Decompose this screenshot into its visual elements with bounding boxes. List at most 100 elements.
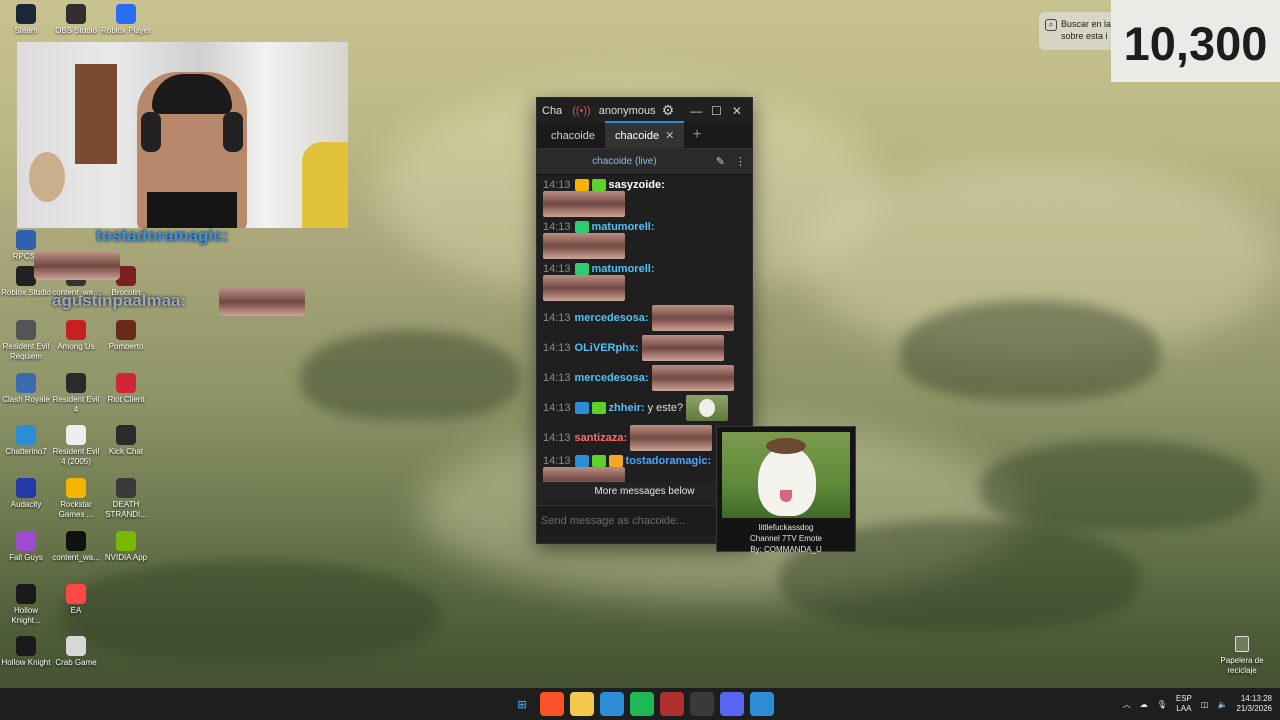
moderation-icon[interactable]: ✎ (716, 155, 725, 168)
verified-badge-icon[interactable] (574, 263, 589, 275)
message-emote[interactable] (543, 233, 625, 259)
box-badge-icon[interactable] (608, 455, 623, 467)
message-username[interactable]: sasyzoide: (609, 179, 665, 191)
crown-badge-icon[interactable] (574, 179, 589, 191)
hollow-knight-icon (16, 636, 36, 656)
desktop-icon[interactable]: NVIDIA App (100, 531, 152, 563)
add-tab-icon[interactable]: + (684, 126, 709, 148)
message-username[interactable]: matumorell: (592, 263, 655, 275)
language-indicator[interactable]: ESP LAA (1176, 694, 1192, 714)
tab-chacoide-active[interactable]: chacoide ✕ (605, 121, 685, 148)
sub-badge-icon[interactable] (574, 455, 589, 467)
message-emote[interactable] (641, 335, 724, 361)
message-emote[interactable] (543, 191, 625, 217)
message-emote[interactable] (630, 425, 713, 451)
desktop-icon-label: Crab Game (55, 658, 97, 667)
clock[interactable]: 14:13:28 21/3/2026 (1236, 694, 1272, 714)
desktop-icon[interactable]: Resident Evil 4 (2005) (50, 425, 102, 467)
live-broadcast-icon[interactable]: ((•)) (572, 105, 591, 117)
gear-icon[interactable]: ⚙ (662, 102, 675, 119)
chat-message[interactable]: 14:13 matumorell: (543, 263, 746, 301)
steam-icon (16, 4, 36, 24)
desktop-icon[interactable]: Fall Guys (0, 531, 52, 563)
desktop-icon[interactable]: Rockstar Games ... (50, 478, 102, 520)
minimize-icon[interactable]: — (686, 104, 706, 118)
chat-message[interactable]: 14:13 matumorell: (543, 221, 746, 259)
desktop-icon[interactable]: Chatterino7 (0, 425, 52, 457)
account-name[interactable]: anonymous (599, 105, 656, 117)
desktop-icon[interactable]: DEATH STRANDI... (100, 478, 152, 520)
desktop-icon[interactable]: Clash Royale (0, 373, 52, 405)
close-tab-icon[interactable]: ✕ (665, 130, 674, 142)
desktop-icon[interactable]: Resident Evil 4 (50, 373, 102, 415)
verified-badge-icon[interactable] (574, 221, 589, 233)
diamond-badge-icon[interactable] (591, 455, 606, 467)
emote-preview-image (722, 432, 850, 518)
desktop-icon-label: Hollow Knight... (11, 606, 41, 625)
desktop-icon[interactable]: OBS Studio (50, 4, 102, 36)
desktop-icon[interactable]: Hollow Knight... (0, 584, 52, 626)
wifi-icon[interactable]: ◫ (1201, 700, 1209, 709)
volume-icon[interactable]: 🔈 (1217, 700, 1227, 709)
channel-header[interactable]: chacoide (live) ✎ ⋮ (537, 149, 752, 175)
more-options-icon[interactable]: ⋮ (735, 155, 746, 168)
message-emote[interactable] (651, 305, 734, 331)
windows-start-icon[interactable]: ⊞ (510, 692, 534, 716)
chat-message[interactable]: 14:13 mercedesosa: (543, 365, 746, 391)
chatterino-taskbar-icon[interactable] (750, 692, 774, 716)
message-username[interactable]: OLiVERphx: (575, 342, 639, 354)
file-explorer-icon[interactable] (570, 692, 594, 716)
diamond-badge-icon[interactable] (591, 179, 606, 191)
obs-taskbar-icon[interactable] (660, 692, 684, 716)
window-title: Cha (542, 104, 563, 117)
message-emote[interactable] (686, 395, 729, 421)
desktop-icon[interactable]: EA (50, 584, 102, 616)
message-username[interactable]: matumorell: (592, 221, 655, 233)
message-username[interactable]: santizaza: (575, 432, 628, 444)
steam-taskbar-icon[interactable] (690, 692, 714, 716)
maximize-icon[interactable]: ☐ (706, 104, 726, 118)
overlay-emote (219, 288, 305, 316)
tab-chacoide[interactable]: chacoide (541, 124, 605, 148)
close-icon[interactable]: ✕ (727, 104, 747, 118)
bing-icon[interactable] (600, 692, 624, 716)
chat-message[interactable]: 14:13 sasyzoide: (543, 179, 746, 217)
audacity-icon (16, 478, 36, 498)
search-widget[interactable]: ⌕ Buscar en la sobre esta i (1039, 12, 1119, 50)
desktop-icon-label: Resident Evil 4 (52, 395, 100, 414)
desktop-icon[interactable]: Kick Chat (100, 425, 152, 457)
chat-message[interactable]: 14:13 mercedesosa: (543, 305, 746, 331)
message-username[interactable]: tostadoramagic: (626, 455, 712, 467)
message-emote[interactable] (543, 275, 625, 301)
message-username[interactable]: mercedesosa: (575, 312, 649, 324)
chatterino-icon (16, 425, 36, 445)
recycle-bin[interactable]: Papelera de reciclaje (1214, 636, 1270, 676)
chevron-up-icon[interactable]: ︿ (1123, 699, 1131, 710)
desktop-icon[interactable]: Resident Evil Requiem (0, 320, 52, 362)
ea-icon (66, 584, 86, 604)
chat-message[interactable]: 14:13 zhheir: y este? (543, 395, 746, 421)
desktop-icon[interactable]: Roblox Player (100, 4, 152, 36)
desktop-icon[interactable]: Hollow Knight (0, 636, 52, 668)
desktop-icon[interactable]: Crab Game (50, 636, 102, 668)
sub-badge-icon[interactable] (574, 402, 589, 414)
brave-icon[interactable] (540, 692, 564, 716)
roblox-studio-icon (16, 266, 36, 286)
message-emote[interactable] (651, 365, 734, 391)
chat-message[interactable]: 14:13 OLiVERphx: (543, 335, 746, 361)
desktop-icon[interactable]: Audacity (0, 478, 52, 510)
window-titlebar[interactable]: Cha ((•)) anonymous ⚙ — ☐ ✕ (537, 98, 752, 123)
discord-icon[interactable] (720, 692, 744, 716)
microphone-icon[interactable]: 🎙 (1157, 700, 1167, 709)
message-username[interactable]: zhheir: (609, 402, 645, 414)
re4-classic-icon (66, 425, 86, 445)
desktop-icon[interactable]: Pomberto (100, 320, 152, 352)
spotify-icon[interactable] (630, 692, 654, 716)
diamond-badge-icon[interactable] (591, 402, 606, 414)
desktop-icon[interactable]: Among Us (50, 320, 102, 352)
desktop-icon[interactable]: content_wa... (50, 531, 102, 563)
desktop-icon[interactable]: Steam (0, 4, 52, 36)
message-username[interactable]: mercedesosa: (575, 372, 649, 384)
desktop-icon[interactable]: Riot Client (100, 373, 152, 405)
network-icon[interactable]: ☁ (1140, 700, 1148, 709)
